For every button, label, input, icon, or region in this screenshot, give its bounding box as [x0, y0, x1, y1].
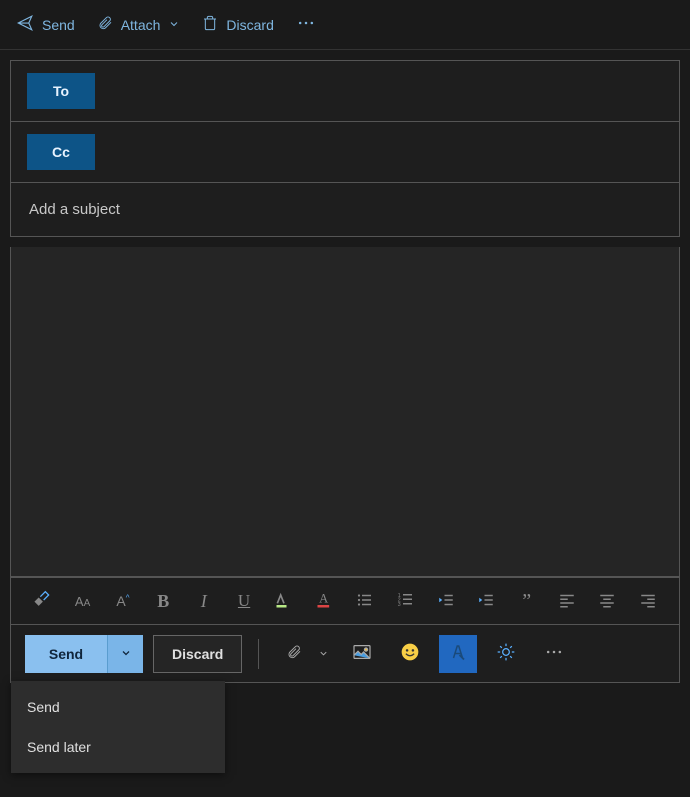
align-center-icon	[598, 591, 616, 612]
trash-icon	[202, 14, 218, 35]
numbers-button[interactable]: 123	[388, 583, 422, 619]
brightness-button[interactable]	[487, 635, 525, 673]
more-icon	[296, 13, 316, 36]
bullets-icon	[356, 591, 374, 612]
attach-dropdown[interactable]	[313, 635, 333, 673]
format-toolbar: AA A^ B I U A 123	[10, 577, 680, 625]
italic-button[interactable]: I	[187, 583, 221, 619]
format-painter-button[interactable]	[25, 583, 59, 619]
svg-text:3: 3	[397, 602, 400, 608]
cc-row: Cc	[11, 122, 679, 183]
font-size-button[interactable]: A^	[106, 583, 140, 619]
highlight-button[interactable]	[267, 583, 301, 619]
align-center-button[interactable]	[590, 583, 624, 619]
menu-send-later[interactable]: Send later	[11, 727, 225, 767]
align-right-icon	[639, 591, 657, 612]
to-button[interactable]: To	[27, 73, 95, 109]
quote-button[interactable]: ”	[510, 583, 544, 619]
menu-send[interactable]: Send	[11, 687, 225, 727]
more-top-button[interactable]	[296, 13, 316, 36]
font-size-icon: A^	[116, 593, 129, 609]
discard-button[interactable]: Discard	[153, 635, 242, 673]
message-body[interactable]	[10, 247, 680, 577]
editor-icon	[449, 642, 467, 665]
emoji-button[interactable]	[391, 635, 429, 673]
attach-bottom-button[interactable]	[275, 635, 313, 673]
send-button[interactable]: Send	[25, 635, 107, 673]
outdent-button[interactable]	[429, 583, 463, 619]
italic-icon: I	[201, 591, 207, 612]
chevron-down-icon	[168, 17, 180, 33]
underline-button[interactable]: U	[227, 583, 261, 619]
underline-icon: U	[238, 591, 250, 611]
attach-label: Attach	[121, 17, 161, 33]
font-icon: AA	[75, 593, 90, 610]
outdent-icon	[437, 591, 455, 612]
send-top-label: Send	[42, 17, 75, 33]
cc-button[interactable]: Cc	[27, 134, 95, 170]
send-icon	[16, 14, 34, 35]
send-split-button: Send	[25, 635, 143, 673]
font-color-icon: A	[315, 590, 335, 613]
chevron-down-icon	[318, 646, 329, 662]
bold-button[interactable]: B	[146, 583, 180, 619]
font-color-button[interactable]: A	[308, 583, 342, 619]
more-bottom-button[interactable]	[535, 635, 573, 673]
bold-icon: B	[157, 591, 169, 612]
compose-container: To Cc Add a subject	[0, 50, 690, 247]
svg-text:A: A	[319, 591, 328, 605]
to-input[interactable]	[95, 73, 663, 109]
bottom-toolbar: Send Discard	[10, 625, 680, 683]
bullets-button[interactable]	[348, 583, 382, 619]
paperclip-icon	[97, 14, 113, 35]
emoji-icon	[400, 642, 420, 665]
brightness-icon	[496, 642, 516, 665]
to-row: To	[11, 61, 679, 122]
image-icon	[352, 644, 372, 663]
send-dropdown-toggle[interactable]	[107, 635, 143, 673]
top-toolbar: Send Attach Discard	[0, 0, 690, 50]
cc-input[interactable]	[95, 134, 663, 170]
paperclip-icon	[286, 643, 302, 664]
editor-button[interactable]	[439, 635, 477, 673]
send-dropdown-menu: Send Send later	[11, 681, 225, 773]
more-icon	[544, 642, 564, 665]
align-left-button[interactable]	[550, 583, 584, 619]
subject-input[interactable]: Add a subject	[11, 183, 679, 237]
format-painter-icon	[32, 590, 52, 613]
separator	[258, 639, 259, 669]
discard-top-button[interactable]: Discard	[202, 14, 273, 35]
discard-top-label: Discard	[226, 17, 273, 33]
align-left-icon	[558, 591, 576, 612]
send-top-button[interactable]: Send	[16, 14, 75, 35]
indent-button[interactable]	[469, 583, 503, 619]
font-button[interactable]: AA	[65, 583, 99, 619]
numbers-icon: 123	[397, 591, 415, 612]
highlight-icon	[274, 590, 294, 613]
insert-image-button[interactable]	[343, 635, 381, 673]
quote-icon: ”	[522, 590, 531, 613]
indent-icon	[477, 591, 495, 612]
align-right-button[interactable]	[631, 583, 665, 619]
chevron-down-icon	[120, 646, 132, 662]
attach-button[interactable]: Attach	[97, 14, 181, 35]
